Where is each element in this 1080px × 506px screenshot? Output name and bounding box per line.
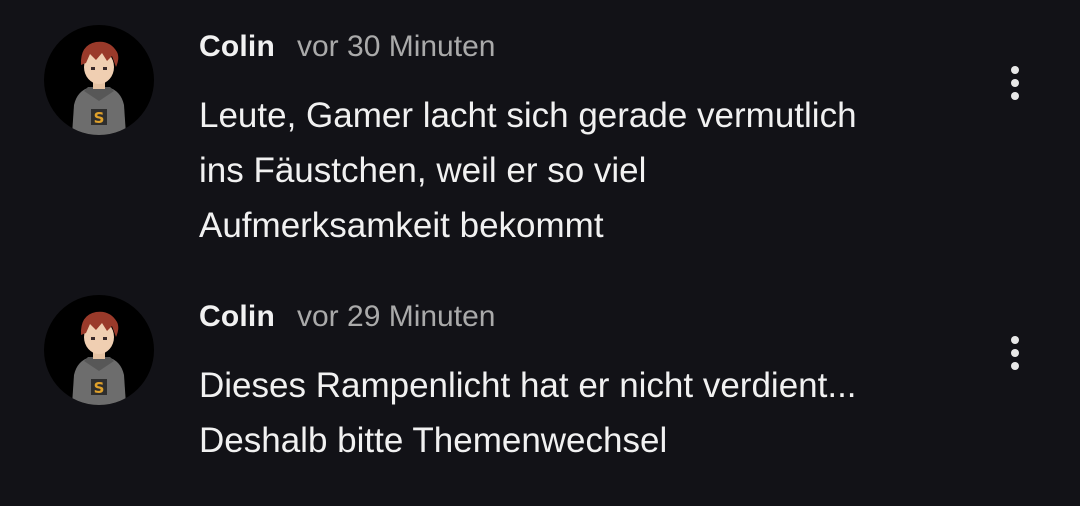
avatar[interactable]: S — [44, 25, 154, 135]
avatar[interactable]: S — [44, 295, 154, 405]
comment-header: Colin vor 29 Minuten — [199, 300, 495, 340]
menu-dot — [1011, 336, 1019, 344]
menu-dot — [1011, 66, 1019, 74]
menu-dot — [1011, 349, 1019, 357]
comment-text: Leute, Gamer lacht sich gerade vermutlic… — [199, 88, 979, 253]
comment-text-line: Aufmerksamkeit bekommt — [199, 206, 604, 245]
menu-dot — [1011, 362, 1019, 370]
comment-text: Dieses Rampenlicht hat er nicht verdient… — [199, 358, 979, 468]
comment-item: S Colin vor 30 Minuten Leute, Gamer lach… — [0, 0, 1080, 270]
menu-dot — [1011, 92, 1019, 100]
comment-timestamp[interactable]: vor 29 Minuten — [297, 300, 495, 334]
comment-text-line: Leute, Gamer lacht sich gerade vermutlic… — [199, 96, 857, 135]
comment-item: S Colin vor 29 Minuten Dieses Rampenlich… — [0, 270, 1080, 506]
comment-header: Colin vor 30 Minuten — [199, 30, 495, 70]
comment-timestamp[interactable]: vor 30 Minuten — [297, 30, 495, 64]
svg-text:S: S — [94, 379, 105, 397]
author-name[interactable]: Colin — [199, 30, 275, 64]
comment-text-line: Deshalb bitte Themenwechsel — [199, 421, 668, 460]
svg-text:S: S — [94, 109, 105, 127]
more-vert-icon[interactable] — [994, 60, 1036, 106]
comment-text-line: ins Fäustchen, weil er so viel — [199, 151, 647, 190]
menu-dot — [1011, 79, 1019, 87]
avatar-illustration: S — [72, 41, 126, 135]
comment-text-line: Dieses Rampenlicht hat er nicht verdient… — [199, 366, 857, 405]
author-name[interactable]: Colin — [199, 300, 275, 334]
avatar-illustration: S — [72, 311, 126, 405]
more-vert-icon[interactable] — [994, 330, 1036, 376]
